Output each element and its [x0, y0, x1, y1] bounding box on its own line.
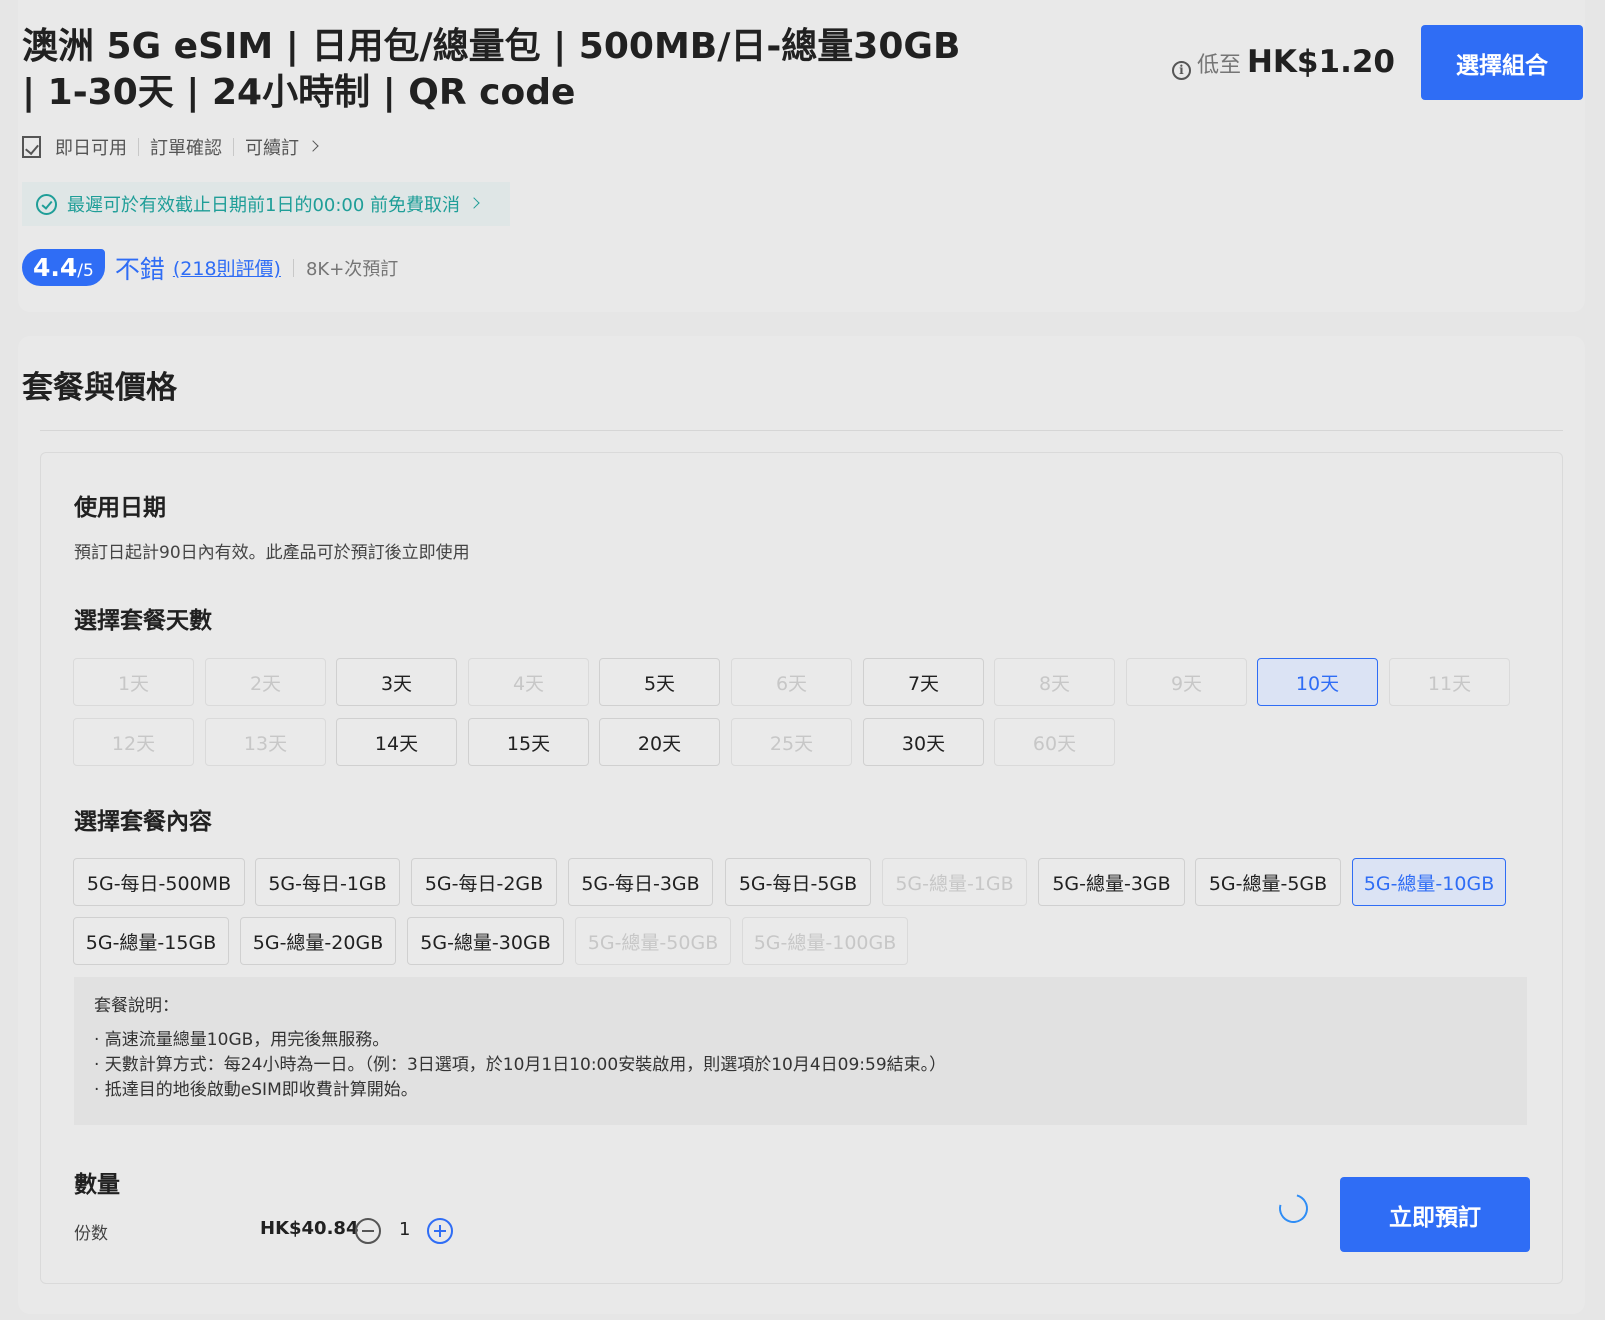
- days-heading: 選擇套餐天數: [74, 608, 212, 634]
- product-title: 澳洲 5G eSIM | 日用包/總量包 | 500MB/日-總量30GB | …: [22, 26, 961, 113]
- choose-package-button[interactable]: 選擇組合: [1421, 25, 1583, 100]
- content-option[interactable]: 5G-總量-30GB: [407, 917, 564, 965]
- cancellation-banner[interactable]: 最遲可於有效截止日期前1日的00:00 前免費取消: [22, 182, 510, 226]
- reviews-link[interactable]: (218則評價): [173, 254, 281, 281]
- days-option[interactable]: 10天: [1257, 658, 1378, 706]
- days-option[interactable]: 5天: [599, 658, 720, 706]
- days-option: 12天: [73, 718, 194, 766]
- from-price: HK$1.20: [1246, 44, 1395, 80]
- quantity-unit-label: 份数: [74, 1224, 108, 1244]
- days-option: 2天: [205, 658, 326, 706]
- divider: [40, 430, 1563, 431]
- feature-list: 即日可用 訂單確認 可續訂: [22, 134, 319, 160]
- notes-line: · 抵達目的地後啟動eSIM即收費計算開始。: [94, 1080, 418, 1100]
- book-now-button[interactable]: 立即預訂: [1340, 1177, 1530, 1252]
- days-option[interactable]: 14天: [336, 718, 457, 766]
- content-option[interactable]: 5G-總量-20GB: [240, 917, 396, 965]
- usage-date-description: 預訂日起計90日內有效。此產品可於預訂後立即使用: [74, 543, 470, 563]
- days-option: 6天: [731, 658, 852, 706]
- price-block: i 低至 HK$1.20: [1171, 44, 1395, 80]
- days-option[interactable]: 30天: [863, 718, 984, 766]
- quantity-value: 1: [399, 1219, 411, 1240]
- content-option[interactable]: 5G-總量-15GB: [73, 917, 229, 965]
- content-option: 5G-總量-100GB: [742, 917, 908, 965]
- days-option[interactable]: 15天: [468, 718, 589, 766]
- content-option[interactable]: 5G-每日-1GB: [255, 858, 400, 906]
- rating-badge: 4.4 /5: [22, 249, 105, 286]
- days-option: 13天: [205, 718, 326, 766]
- divider: [292, 258, 294, 277]
- content-option[interactable]: 5G-總量-10GB: [1352, 858, 1506, 906]
- packages-title: 套餐與價格: [22, 370, 177, 406]
- rating-score: 4.4: [33, 253, 78, 282]
- content-option: 5G-總量-50GB: [575, 917, 731, 965]
- check-circle-icon: [36, 193, 57, 215]
- content-option[interactable]: 5G-每日-5GB: [725, 858, 871, 906]
- rating-max: /5: [77, 261, 94, 281]
- notes-title: 套餐說明：: [94, 996, 179, 1016]
- days-option: 4天: [468, 658, 589, 706]
- package-notes: 套餐說明： · 高速流量總量10GB，用完後無服務。 · 天數計算方式：每24小…: [74, 977, 1527, 1125]
- quantity-heading: 數量: [74, 1172, 120, 1198]
- chevron-right-icon: [468, 197, 480, 209]
- days-option: 1天: [73, 658, 194, 706]
- divider: [138, 138, 139, 156]
- days-option: 8天: [994, 658, 1115, 706]
- content-option[interactable]: 5G-總量-3GB: [1038, 858, 1185, 906]
- cancellation-text: 最遲可於有效截止日期前1日的00:00 前免費取消: [67, 195, 461, 216]
- days-option[interactable]: 20天: [599, 718, 720, 766]
- feature-instant: 即日可用: [55, 138, 127, 159]
- days-option: 25天: [731, 718, 852, 766]
- days-option: 9天: [1126, 658, 1247, 706]
- feature-confirmation: 訂單確認: [150, 138, 222, 159]
- unit-price: HK$40.84: [260, 1218, 359, 1239]
- content-option[interactable]: 5G-每日-2GB: [411, 858, 557, 906]
- rating-word: 不錯: [114, 254, 165, 284]
- notes-line: · 天數計算方式：每24小時為一日。（例：3日選項，於10月1日10:00安裝啟…: [94, 1055, 947, 1075]
- calendar-check-icon: [22, 136, 41, 158]
- usage-date-heading: 使用日期: [74, 495, 166, 521]
- minus-icon[interactable]: [355, 1218, 381, 1244]
- booked-count: 8K+次預訂: [305, 258, 399, 280]
- content-option[interactable]: 5G-總量-5GB: [1195, 858, 1341, 906]
- plus-icon[interactable]: [427, 1218, 453, 1244]
- rating-row: 4.4 /5 不錯 (218則評價) 8K+次預訂: [22, 249, 398, 286]
- divider: [233, 138, 234, 156]
- content-option[interactable]: 5G-每日-500MB: [73, 858, 245, 906]
- days-option[interactable]: 7天: [863, 658, 984, 706]
- content-option[interactable]: 5G-每日-3GB: [568, 858, 713, 906]
- notes-line: · 高速流量總量10GB，用完後無服務。: [94, 1030, 390, 1050]
- days-option: 60天: [994, 718, 1115, 766]
- content-heading: 選擇套餐內容: [74, 809, 212, 835]
- feature-renewable[interactable]: 可續訂: [245, 134, 299, 160]
- days-option[interactable]: 3天: [336, 658, 457, 706]
- chevron-right-icon[interactable]: [307, 140, 319, 152]
- content-option: 5G-總量-1GB: [882, 858, 1027, 906]
- info-icon[interactable]: i: [1171, 60, 1191, 80]
- price-prefix: 低至: [1196, 53, 1241, 78]
- days-option: 11天: [1389, 658, 1510, 706]
